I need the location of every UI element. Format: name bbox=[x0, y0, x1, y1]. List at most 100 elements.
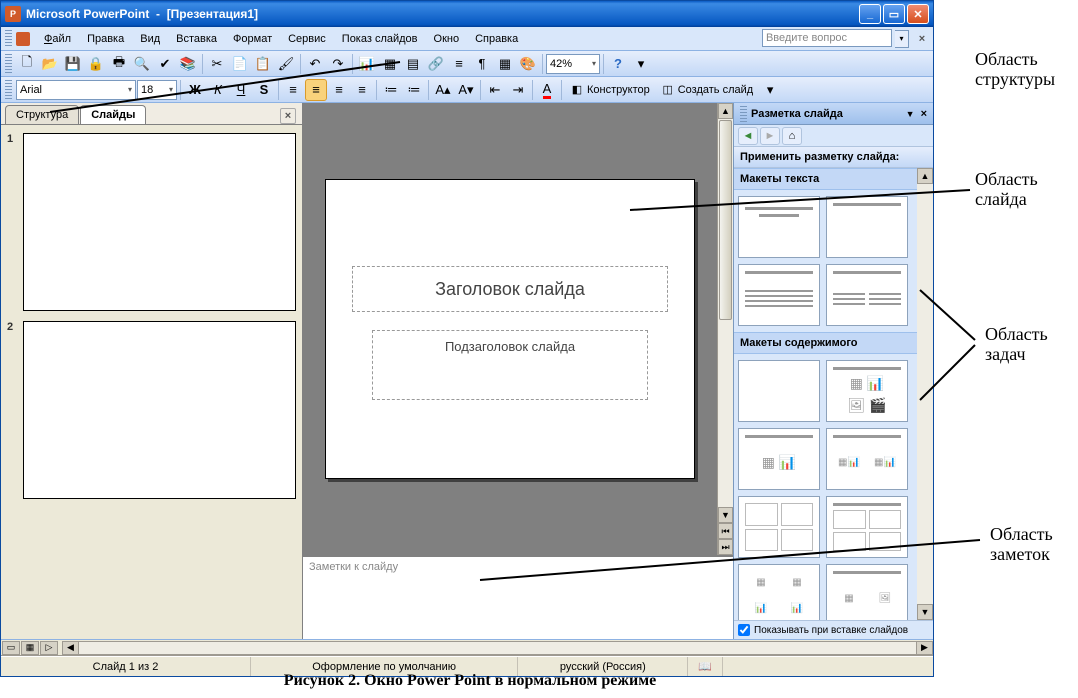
pane-close-button[interactable]: × bbox=[280, 108, 296, 124]
permissions-button[interactable]: 🔒 bbox=[85, 53, 107, 75]
print-preview-button[interactable]: 🔍 bbox=[131, 53, 153, 75]
bold-button[interactable]: Ж bbox=[184, 79, 206, 101]
font-size-combo[interactable]: 18▾ bbox=[137, 80, 177, 100]
nav-back-button[interactable]: ◄ bbox=[738, 127, 758, 145]
menu-file[interactable]: Файл bbox=[36, 31, 79, 47]
task-pane-scrollbar[interactable]: ▲ ▼ bbox=[917, 168, 933, 620]
menu-tools[interactable]: Сервис bbox=[280, 31, 334, 47]
prev-slide-button[interactable]: ⏮ bbox=[718, 523, 733, 539]
toolbar-options-button[interactable]: ▾ bbox=[630, 53, 652, 75]
ask-box[interactable]: ▾ bbox=[762, 29, 909, 48]
redo-button[interactable]: ↷ bbox=[327, 53, 349, 75]
color-button[interactable]: 🎨 bbox=[517, 53, 539, 75]
shadow-button[interactable]: S bbox=[253, 79, 275, 101]
new-button[interactable]: 🗋 bbox=[16, 53, 38, 75]
document-close-button[interactable]: × bbox=[915, 32, 929, 46]
scroll-down-icon[interactable]: ▼ bbox=[917, 604, 933, 620]
slide-thumbnail-2[interactable] bbox=[23, 321, 296, 499]
format-painter-button[interactable]: 🖌 bbox=[275, 53, 297, 75]
menu-format[interactable]: Формат bbox=[225, 31, 280, 47]
normal-view-button[interactable]: ▭ bbox=[2, 641, 20, 655]
show-formatting-button[interactable]: ¶ bbox=[471, 53, 493, 75]
sorter-view-button[interactable]: ▦ bbox=[21, 641, 39, 655]
menu-insert[interactable]: Вставка bbox=[168, 31, 225, 47]
menu-show[interactable]: Показ слайдов bbox=[334, 31, 426, 47]
title-placeholder[interactable]: Заголовок слайда bbox=[352, 266, 668, 312]
layout-v2[interactable]: ▦🖼 bbox=[826, 564, 908, 620]
scroll-down-icon[interactable]: ▼ bbox=[718, 507, 733, 523]
notes-text[interactable]: Заметки к слайду bbox=[303, 557, 733, 639]
font-combo[interactable]: Arial▾ bbox=[16, 80, 136, 100]
layout-content[interactable]: ▦ 📊🖼 🎬 bbox=[826, 360, 908, 422]
align-center-button[interactable]: ≡ bbox=[305, 79, 327, 101]
layout-title-content[interactable]: ▦ 📊 bbox=[738, 428, 820, 490]
slideshow-view-button[interactable]: ▷ bbox=[40, 641, 58, 655]
align-left-button[interactable]: ≡ bbox=[282, 79, 304, 101]
tab-outline[interactable]: Структура bbox=[5, 105, 79, 124]
decrease-indent-button[interactable]: ⇤ bbox=[484, 79, 506, 101]
insert-hyperlink-button[interactable]: 🔗 bbox=[425, 53, 447, 75]
expand-all-button[interactable]: ≡ bbox=[448, 53, 470, 75]
cut-button[interactable]: ✂ bbox=[206, 53, 228, 75]
layout-title-text[interactable] bbox=[738, 264, 820, 326]
research-button[interactable]: 📚 bbox=[177, 53, 199, 75]
layout-title-two-content[interactable]: ▦📊▦📊 bbox=[826, 428, 908, 490]
vertical-scrollbar[interactable]: ▲ ▼ ⏮ ⏭ bbox=[717, 103, 733, 555]
layout-title-slide[interactable] bbox=[738, 196, 820, 258]
layout-v1[interactable]: ▦▦📊📊 bbox=[738, 564, 820, 620]
open-button[interactable]: 📂 bbox=[39, 53, 61, 75]
menu-help[interactable]: Справка bbox=[467, 31, 526, 47]
scroll-handle[interactable] bbox=[719, 120, 732, 320]
numbering-button[interactable]: ≔ bbox=[380, 79, 402, 101]
horizontal-scrollbar[interactable]: ◀ ▶ bbox=[62, 641, 933, 655]
align-right-button[interactable]: ≡ bbox=[328, 79, 350, 101]
layout-title-only[interactable] bbox=[826, 196, 908, 258]
scroll-right-icon[interactable]: ▶ bbox=[916, 642, 932, 654]
tables-borders-button[interactable]: ▤ bbox=[402, 53, 424, 75]
layout-two-column-text[interactable] bbox=[826, 264, 908, 326]
layout-title-four-content[interactable] bbox=[826, 496, 908, 558]
increase-indent-button[interactable]: ⇥ bbox=[507, 79, 529, 101]
scroll-up-icon[interactable]: ▲ bbox=[718, 103, 733, 119]
toolbar-options-button[interactable]: ▾ bbox=[759, 79, 781, 101]
zoom-combo[interactable]: 42%▾ bbox=[546, 54, 600, 74]
ask-dropdown-icon[interactable]: ▾ bbox=[895, 30, 909, 48]
nav-home-button[interactable]: ⌂ bbox=[782, 127, 802, 145]
font-color-button[interactable]: A bbox=[536, 79, 558, 101]
slide-design-button[interactable]: ◧Конструктор bbox=[565, 79, 655, 101]
window-maximize-button[interactable]: ▭ bbox=[883, 4, 905, 24]
menu-view[interactable]: Вид bbox=[132, 31, 168, 47]
layout-blank[interactable] bbox=[738, 360, 820, 422]
decrease-font-button[interactable]: A▾ bbox=[455, 79, 477, 101]
slide-canvas[interactable]: Заголовок слайда Подзаголовок слайда bbox=[303, 103, 717, 555]
save-button[interactable]: 💾 bbox=[62, 53, 84, 75]
print-button[interactable]: 🖶 bbox=[108, 53, 130, 75]
window-minimize-button[interactable]: _ bbox=[859, 4, 881, 24]
copy-button[interactable]: 📄 bbox=[229, 53, 251, 75]
undo-button[interactable]: ↶ bbox=[304, 53, 326, 75]
tab-slides[interactable]: Слайды bbox=[80, 105, 146, 124]
show-grid-button[interactable]: ▦ bbox=[494, 53, 516, 75]
underline-button[interactable]: Ч bbox=[230, 79, 252, 101]
task-pane-menu-icon[interactable]: ▼ bbox=[906, 109, 915, 119]
increase-font-button[interactable]: A▴ bbox=[432, 79, 454, 101]
menu-window[interactable]: Окно bbox=[426, 31, 468, 47]
slide-thumbnail-1[interactable] bbox=[23, 133, 296, 311]
help-button[interactable]: ? bbox=[607, 53, 629, 75]
next-slide-button[interactable]: ⏭ bbox=[718, 539, 733, 555]
show-on-insert-checkbox[interactable] bbox=[738, 624, 750, 636]
insert-chart-button[interactable]: 📊 bbox=[356, 53, 378, 75]
insert-table-button[interactable]: ▦ bbox=[379, 53, 401, 75]
task-pane-close-button[interactable]: × bbox=[921, 108, 927, 120]
italic-button[interactable]: К bbox=[207, 79, 229, 101]
menu-edit[interactable]: Правка bbox=[79, 31, 132, 47]
ask-input[interactable] bbox=[762, 29, 892, 47]
paste-button[interactable]: 📋 bbox=[252, 53, 274, 75]
scroll-left-icon[interactable]: ◀ bbox=[63, 642, 79, 654]
bullets-button[interactable]: ≔ bbox=[403, 79, 425, 101]
spellcheck-button[interactable]: ✔ bbox=[154, 53, 176, 75]
layout-four-content[interactable] bbox=[738, 496, 820, 558]
new-slide-button[interactable]: ◫Создать слайд bbox=[656, 79, 758, 101]
window-close-button[interactable]: ✕ bbox=[907, 4, 929, 24]
align-justify-button[interactable]: ≡ bbox=[351, 79, 373, 101]
